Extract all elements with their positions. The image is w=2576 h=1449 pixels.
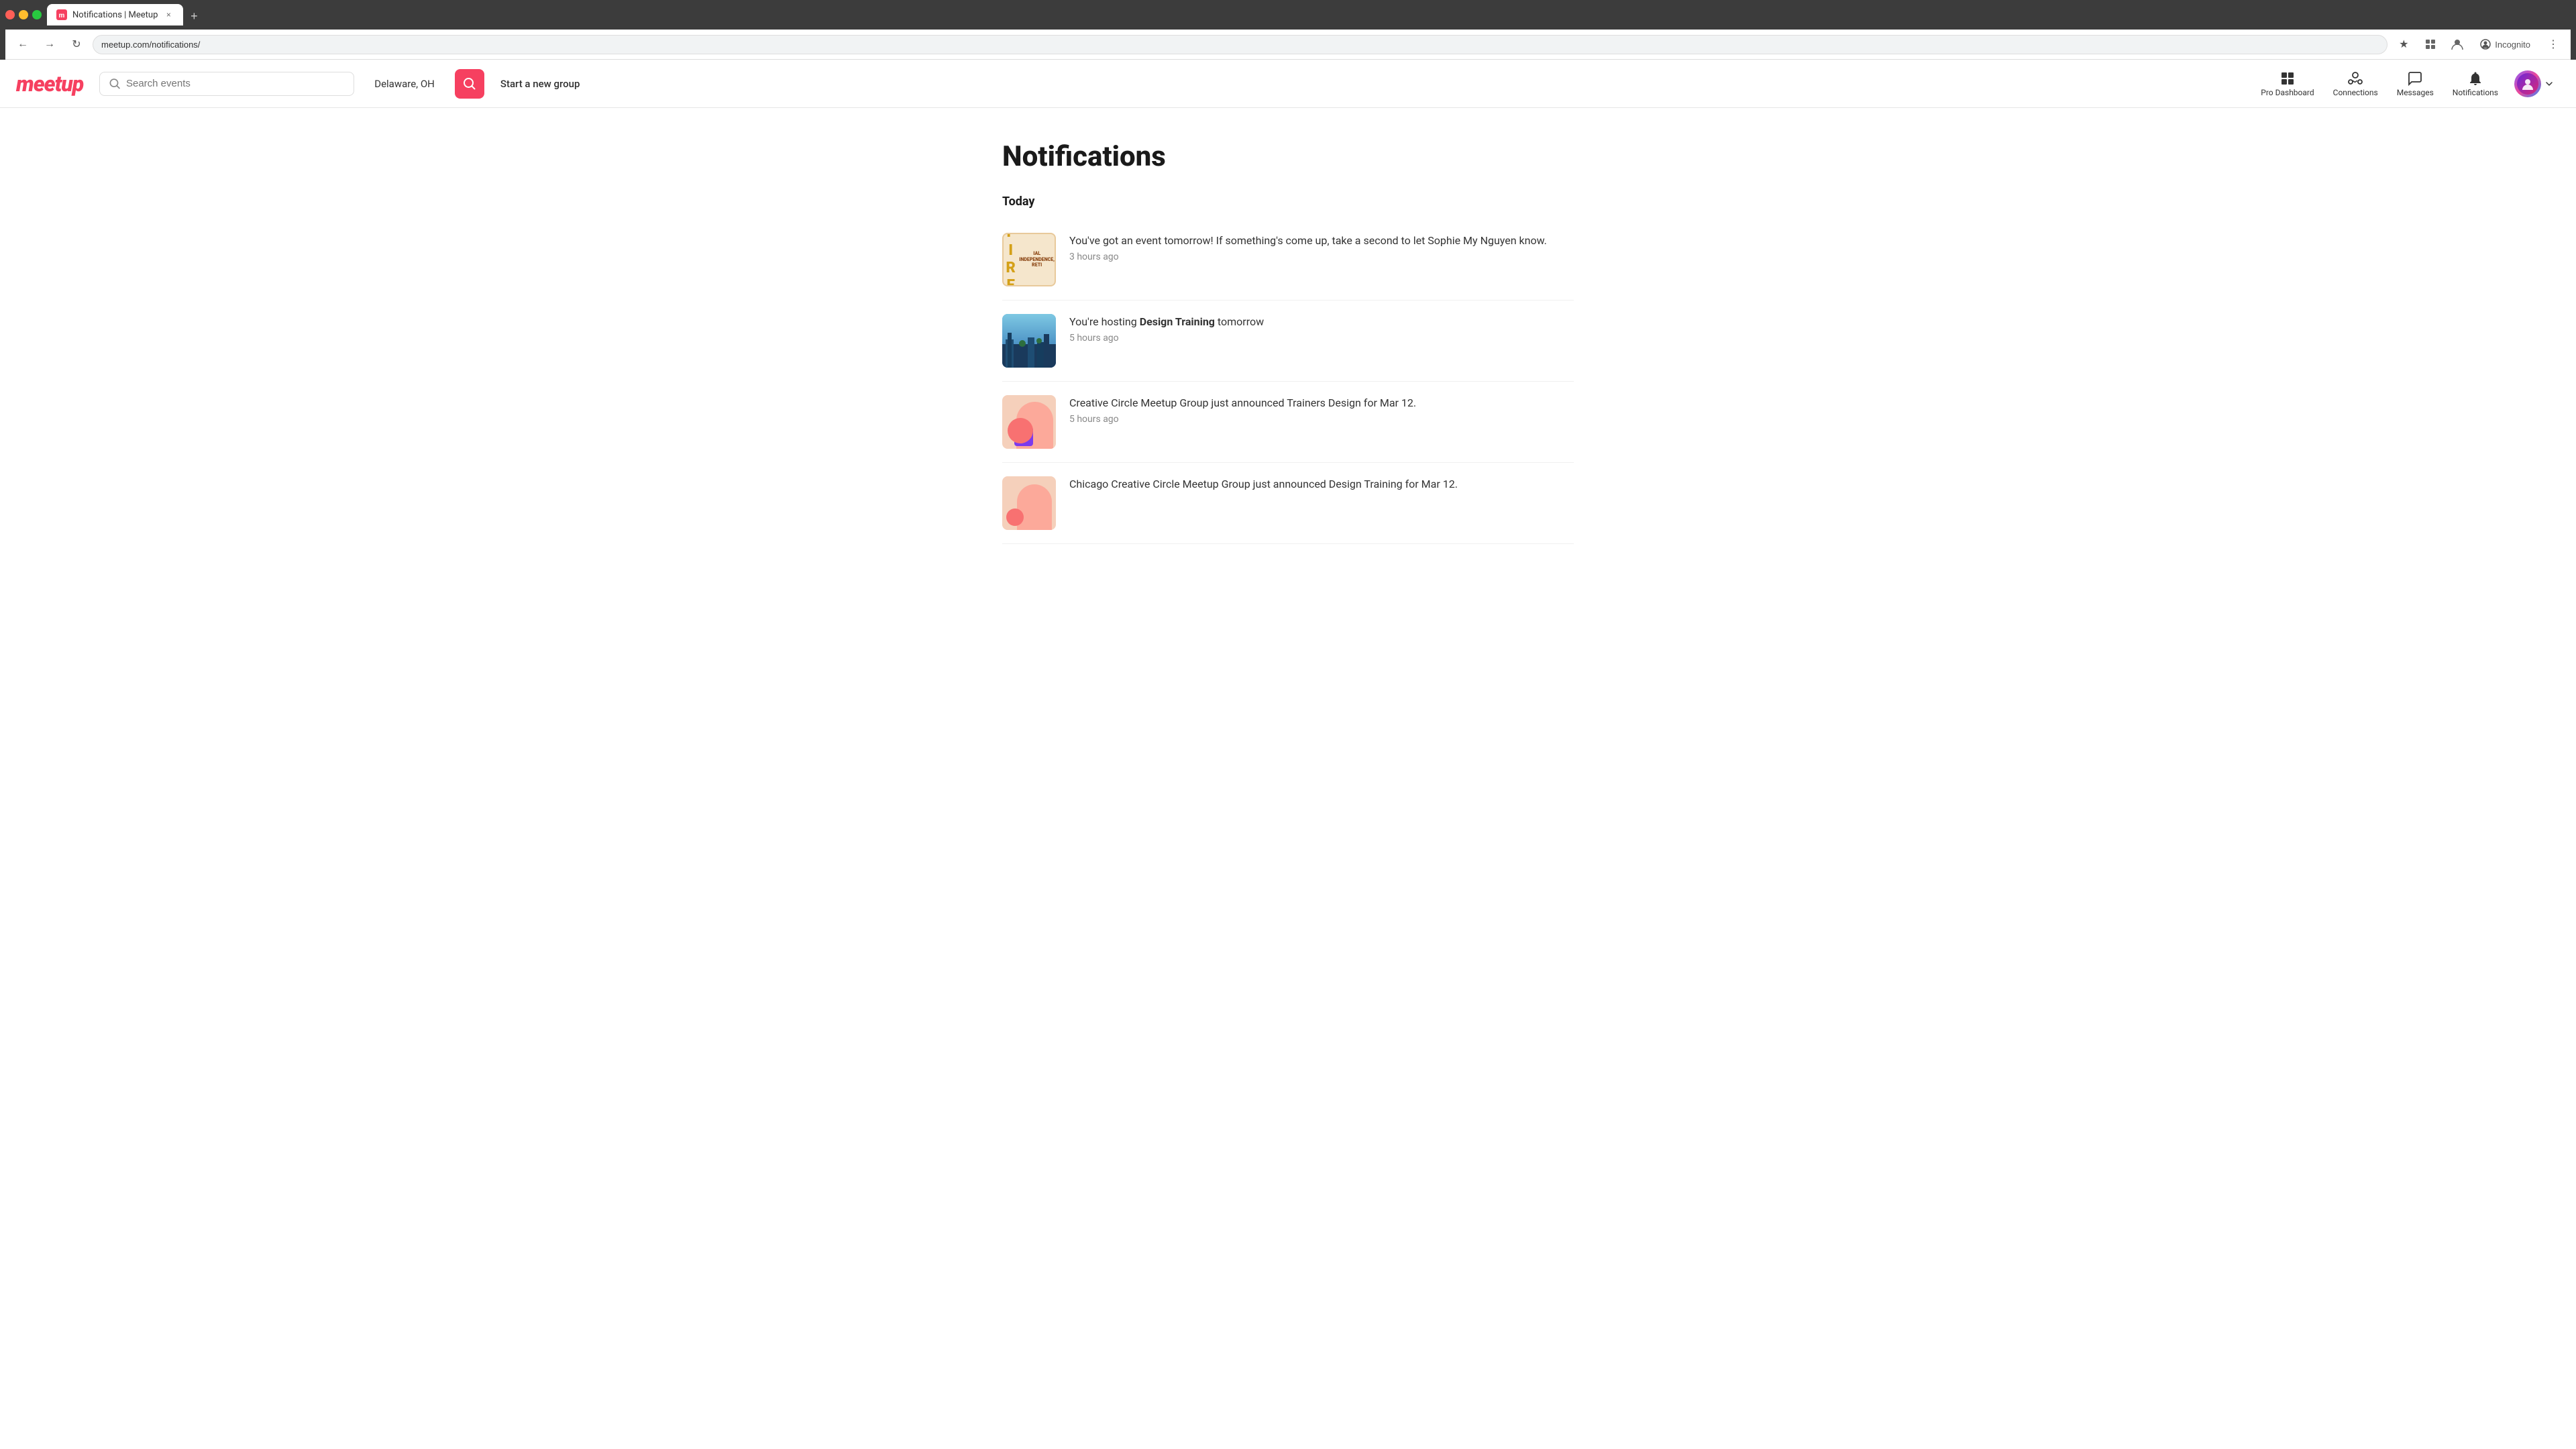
incognito-label: Incognito (2495, 40, 2530, 50)
address-bar-row: ← → ↻ ★ Incognito ⋮ (5, 30, 2571, 60)
window-maximize-button[interactable] (32, 10, 42, 19)
window-controls (5, 10, 42, 19)
bookmark-button[interactable]: ★ (2393, 34, 2414, 55)
notification-message: You're hosting Design Training tomorrow (1069, 314, 1574, 330)
browser-menu-button[interactable]: ⋮ (2542, 34, 2564, 55)
today-section-label: Today (1002, 195, 1574, 209)
notification-item[interactable]: You're hosting Design Training tomorrow … (1002, 301, 1574, 382)
notification-item[interactable]: F I R E IAL INDEPENDENCE, RETI You've go… (1002, 219, 1574, 301)
back-button[interactable]: ← (12, 34, 34, 55)
notification-time: 5 hours ago (1069, 333, 1574, 343)
user-avatar-area[interactable] (2509, 68, 2560, 100)
notif-suffix: tomorrow (1215, 315, 1264, 328)
window-minimize-button[interactable] (19, 10, 28, 19)
connections-icon (2347, 70, 2363, 87)
forward-button[interactable]: → (39, 34, 60, 55)
location-text: Delaware, OH (374, 78, 435, 90)
location-display[interactable]: Delaware, OH (365, 72, 444, 95)
pink-circle-shape-2 (1006, 508, 1024, 526)
notifications-nav[interactable]: Notifications (2445, 66, 2506, 101)
meetup-logo[interactable]: meetup (16, 71, 83, 97)
messages-icon (2407, 70, 2423, 87)
search-icon (109, 78, 121, 90)
search-bar[interactable] (99, 72, 354, 96)
notification-message: You've got an event tomorrow! If somethi… (1069, 233, 1574, 249)
search-input[interactable] (126, 78, 344, 89)
bell-icon (2467, 70, 2483, 87)
svg-text:m: m (59, 12, 65, 19)
notification-text: You've got an event tomorrow! If somethi… (1069, 233, 1574, 262)
start-new-group-link[interactable]: Start a new group (500, 78, 580, 90)
fire-letters: F I R E (1004, 233, 1019, 286)
browser-chrome: m Notifications | Meetup × + ← → ↻ ★ Inc… (0, 0, 2576, 60)
active-tab[interactable]: m Notifications | Meetup × (47, 4, 183, 25)
notification-item[interactable]: Chicago Creative Circle Meetup Group jus… (1002, 463, 1574, 544)
notification-message: Chicago Creative Circle Meetup Group jus… (1069, 476, 1574, 492)
avatar (2514, 70, 2541, 97)
notif-bold: Design Training (1140, 315, 1215, 328)
notification-text: Creative Circle Meetup Group just announ… (1069, 395, 1574, 425)
notification-text: Chicago Creative Circle Meetup Group jus… (1069, 476, 1574, 495)
notif-prefix: You're hosting (1069, 315, 1140, 328)
notification-message: Creative Circle Meetup Group just announ… (1069, 395, 1574, 411)
dashboard-icon (2279, 70, 2296, 87)
notification-item[interactable]: Creative Circle Meetup Group just announ… (1002, 382, 1574, 463)
tab-favicon: m (56, 9, 67, 20)
search-btn-icon (463, 77, 476, 91)
extensions-button[interactable] (2420, 34, 2441, 55)
connections-label: Connections (2333, 88, 2378, 97)
new-tab-button[interactable]: + (184, 7, 203, 25)
fire-subtitle: IAL INDEPENDENCE, RETI (1019, 251, 1055, 268)
main-content: Notifications Today F I R E IAL INDEPEND… (986, 108, 1590, 576)
pink-circle-shape (1008, 418, 1033, 443)
window-close-button[interactable] (5, 10, 15, 19)
pro-dashboard-nav[interactable]: Pro Dashboard (2253, 66, 2322, 101)
notification-thumbnail (1002, 476, 1056, 530)
messages-nav[interactable]: Messages (2389, 66, 2442, 101)
tab-close-button[interactable]: × (163, 9, 174, 20)
pro-dashboard-label: Pro Dashboard (2261, 88, 2314, 97)
connections-nav[interactable]: Connections (2325, 66, 2386, 101)
messages-label: Messages (2397, 88, 2434, 97)
reload-button[interactable]: ↻ (66, 34, 87, 55)
chevron-down-icon (2544, 78, 2555, 89)
city-image (1002, 314, 1056, 368)
notification-text: You're hosting Design Training tomorrow … (1069, 314, 1574, 343)
nav-icons: Pro Dashboard Connections Messages Notif… (2253, 66, 2560, 101)
notification-thumbnail (1002, 395, 1056, 449)
notification-thumbnail: F I R E IAL INDEPENDENCE, RETI (1002, 233, 1056, 286)
avatar-inner (2517, 73, 2538, 95)
profile-button[interactable] (2447, 34, 2468, 55)
notification-list: F I R E IAL INDEPENDENCE, RETI You've go… (1002, 219, 1574, 544)
salmon-arch-shape-2 (1017, 484, 1052, 530)
tab-bar: m Notifications | Meetup × + (47, 4, 203, 25)
notification-thumbnail (1002, 314, 1056, 368)
incognito-indicator: Incognito (2473, 36, 2537, 52)
search-button[interactable] (455, 69, 484, 99)
notification-time: 3 hours ago (1069, 252, 1574, 262)
notifications-label: Notifications (2453, 88, 2498, 97)
page-title: Notifications (1002, 140, 1574, 173)
notification-time: 5 hours ago (1069, 414, 1574, 425)
app-header: meetup Delaware, OH Start a new group Pr… (0, 60, 2576, 108)
address-input[interactable] (93, 35, 2387, 54)
tab-title: Notifications | Meetup (72, 10, 158, 20)
